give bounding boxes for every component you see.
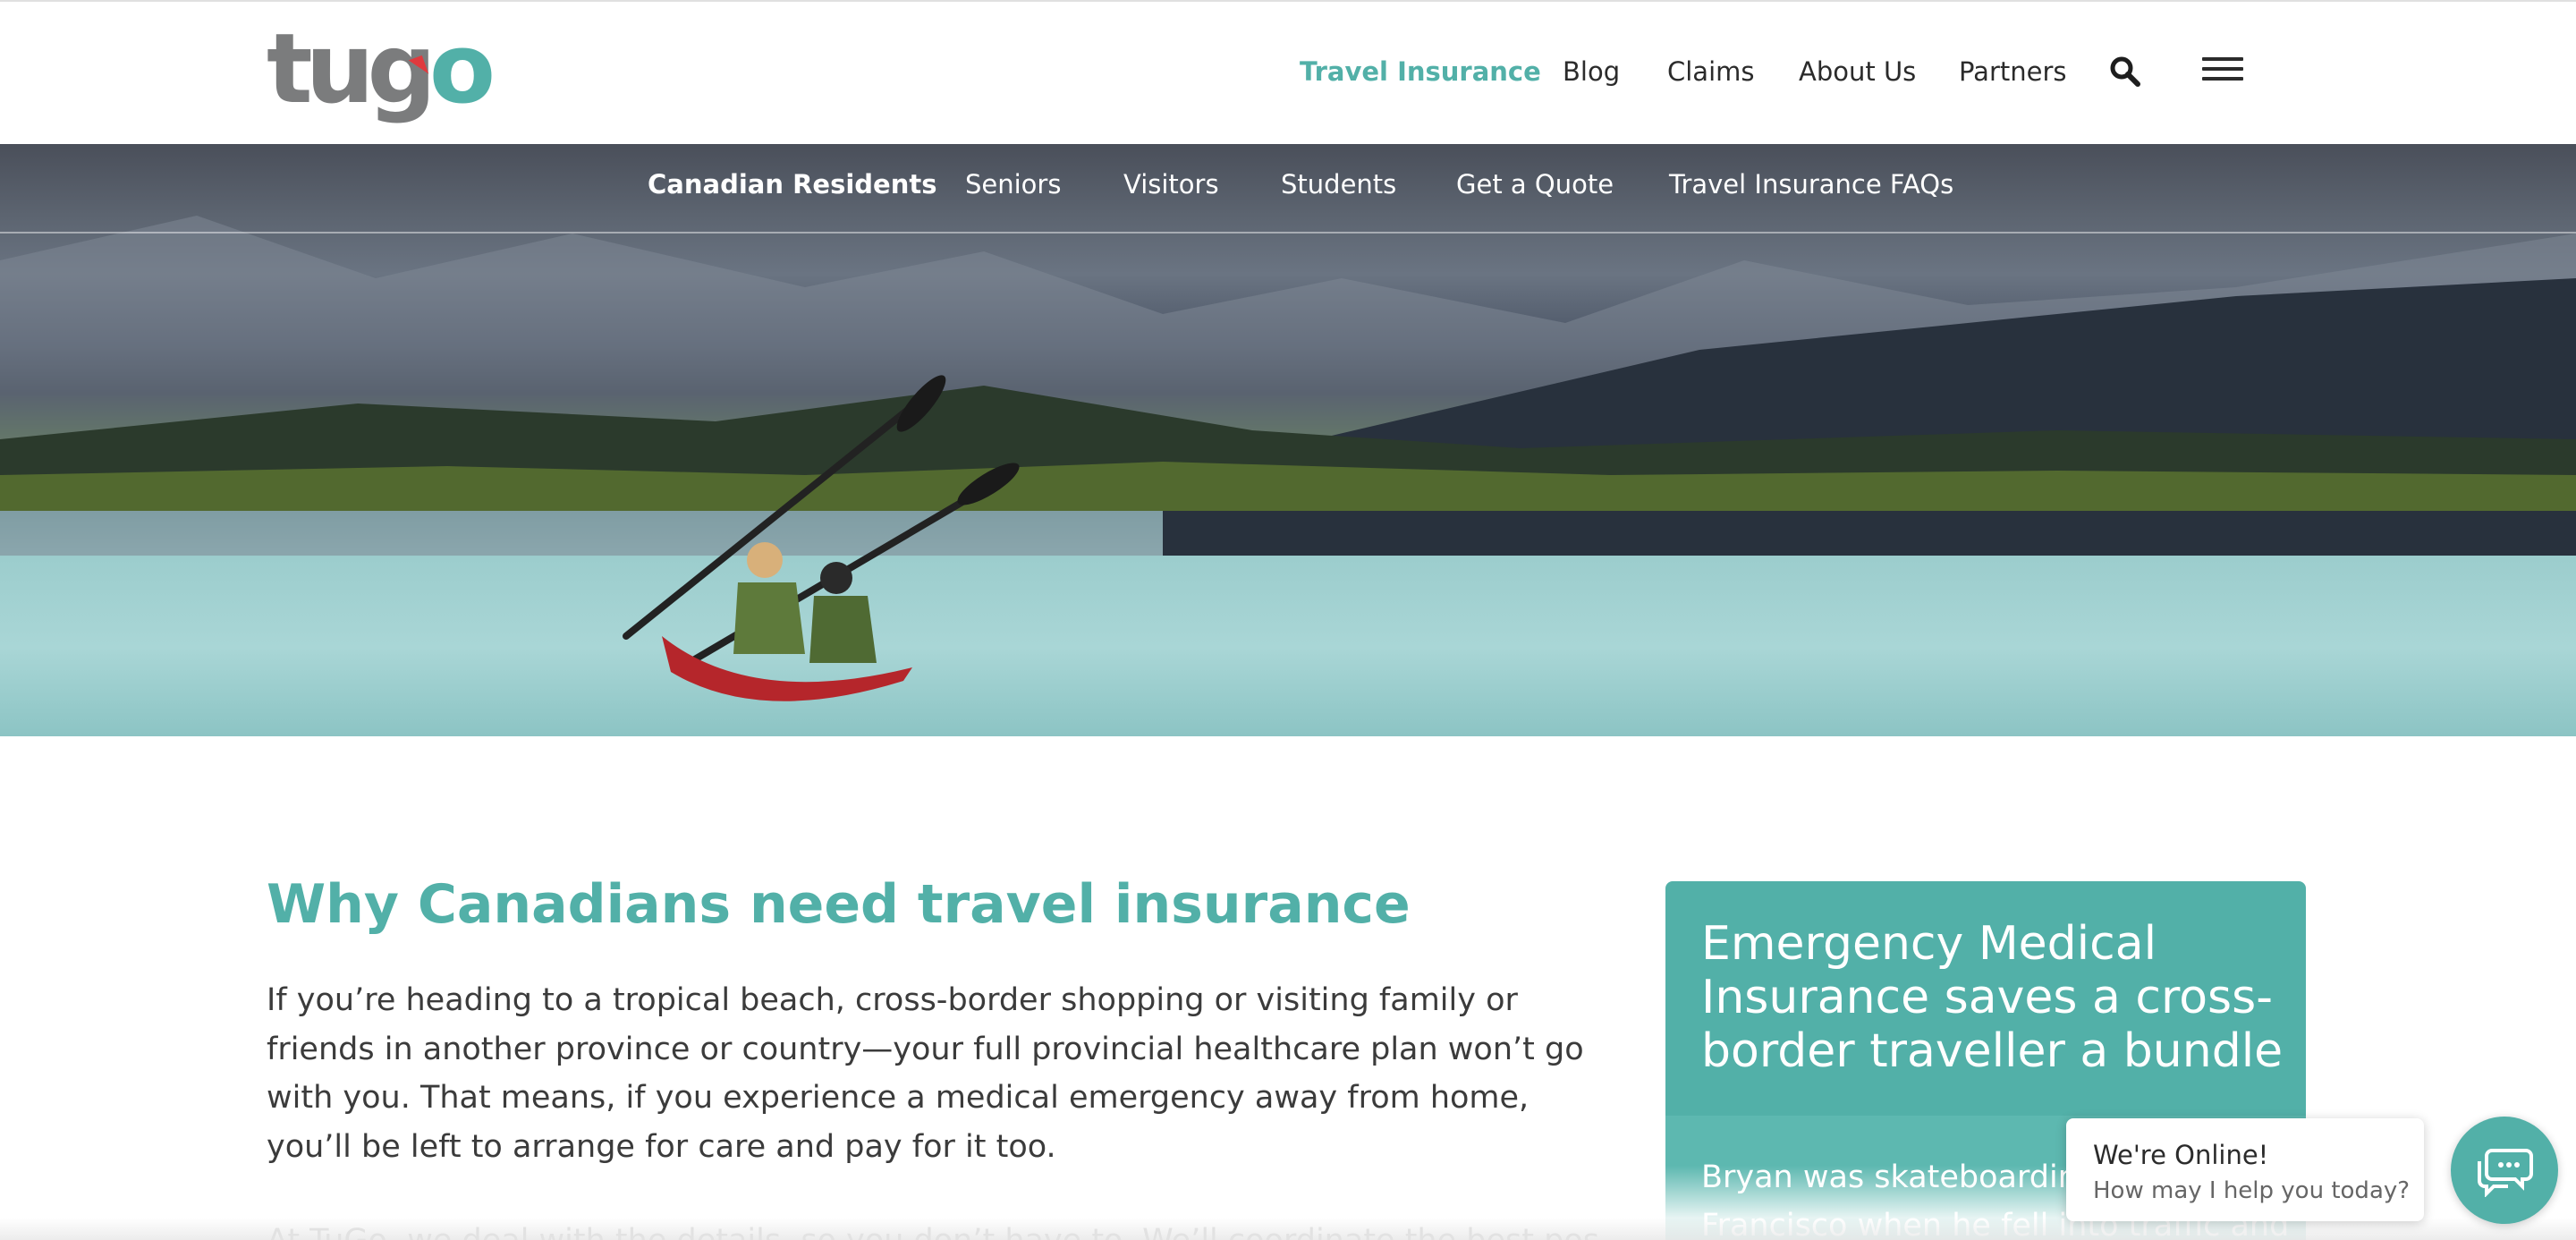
story-card-header: Emergency Medical Insurance saves a cros… xyxy=(1665,881,2306,1116)
nav-blog[interactable]: Blog xyxy=(1563,52,1620,91)
sub-nav: Canadian Residents Seniors Visitors Stud… xyxy=(0,144,2576,234)
search-icon[interactable] xyxy=(2109,55,2141,88)
kayakers-image xyxy=(623,375,1020,701)
hero-banner: Canadian Residents Seniors Visitors Stud… xyxy=(0,144,2576,736)
nav-claims[interactable]: Claims xyxy=(1667,52,1755,91)
subnav-seniors[interactable]: Seniors xyxy=(965,144,1061,225)
site-header: tugo Travel Insurance Blog Claims About … xyxy=(0,0,2576,144)
page-heading: Why Canadians need travel insurance xyxy=(267,873,1411,936)
subnav-visitors[interactable]: Visitors xyxy=(1123,144,1219,225)
subnav-canadian-residents[interactable]: Canadian Residents xyxy=(648,144,936,225)
story-card-title: Emergency Medical Insurance saves a cros… xyxy=(1701,917,2284,1078)
mountain-landscape xyxy=(0,216,2576,556)
chat-button[interactable] xyxy=(2451,1117,2558,1224)
chat-subtitle: How may I help you today? xyxy=(2093,1177,2411,1204)
second-paragraph: At TuGo, we deal with the details, so yo… xyxy=(267,1217,1599,1240)
nav-partners[interactable]: Partners xyxy=(1959,52,2067,91)
chat-bubble[interactable]: We're Online! How may I help you today? xyxy=(2066,1118,2424,1221)
subnav-get-a-quote[interactable]: Get a Quote xyxy=(1456,144,1614,225)
chat-title: We're Online! xyxy=(2093,1140,2269,1170)
hamburger-menu-icon[interactable] xyxy=(2202,57,2243,84)
chat-icon xyxy=(2478,1149,2533,1197)
logo-wordmark: tugo xyxy=(267,13,496,125)
tugo-logo[interactable]: tugo xyxy=(267,21,496,131)
intro-paragraph: If you’re heading to a tropical beach, c… xyxy=(267,982,1584,1165)
nav-about-us[interactable]: About Us xyxy=(1799,52,1916,91)
subnav-students[interactable]: Students xyxy=(1281,144,1396,225)
nav-travel-insurance[interactable]: Travel Insurance xyxy=(1300,52,1541,91)
subnav-travel-insurance-faqs[interactable]: Travel Insurance FAQs xyxy=(1669,144,1953,225)
